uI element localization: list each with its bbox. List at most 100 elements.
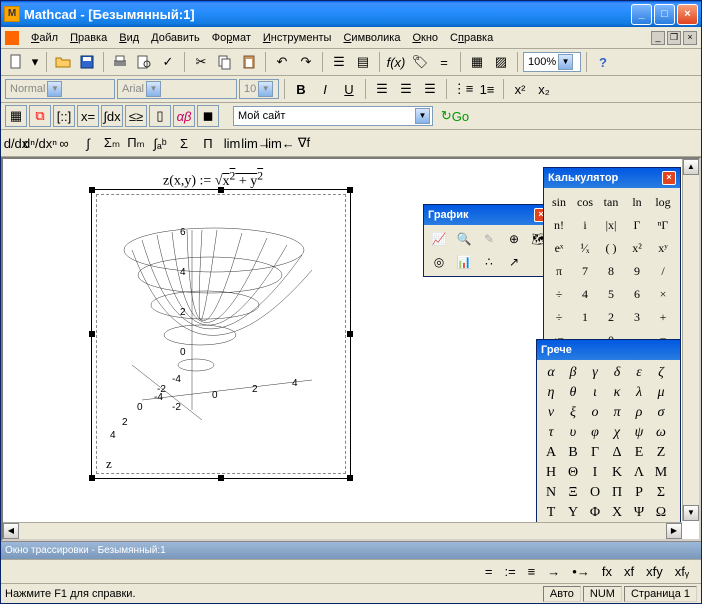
open-button[interactable] <box>52 51 74 73</box>
underline-button[interactable]: U <box>338 78 360 100</box>
greek-Κ[interactable]: Κ <box>606 463 628 483</box>
mdi-minimize[interactable]: _ <box>651 31 665 45</box>
calc-key-×[interactable]: × <box>651 283 675 305</box>
greek-ο[interactable]: ο <box>584 403 606 423</box>
scatter-plot-button[interactable]: ∴ <box>477 251 501 273</box>
greek-Δ[interactable]: Δ <box>606 443 628 463</box>
calc-key-Γ[interactable]: Γ <box>625 214 649 236</box>
greek-μ[interactable]: μ <box>650 383 672 403</box>
infinity-button[interactable]: ∞ <box>53 132 75 154</box>
address-combo[interactable]: Мой сайт▼ <box>233 106 433 126</box>
component-button[interactable]: ▦ <box>466 51 488 73</box>
trace-window-title[interactable]: Окно трассировки - Безымянный:1 <box>1 541 701 559</box>
prod-m-button[interactable]: Πₘ <box>125 132 147 154</box>
calc-key-9[interactable]: 9 <box>625 260 649 282</box>
limit-left-button[interactable]: lim← <box>269 132 291 154</box>
zoom-combo[interactable]: 100%▼ <box>523 52 581 72</box>
new-dropdown[interactable]: ▾ <box>29 51 41 73</box>
calc-key-π[interactable]: π <box>547 260 571 282</box>
calc-key-2[interactable]: 2 <box>599 306 623 328</box>
calc-key-xʸ[interactable]: xʸ <box>651 237 675 259</box>
polar-plot-button[interactable]: ⊕ <box>502 228 526 250</box>
font-combo[interactable]: Arial▼ <box>117 79 237 99</box>
menu-insert[interactable]: Добавить <box>145 30 206 46</box>
boolean-palette-button[interactable]: ≤≥ <box>125 105 147 127</box>
sum-button[interactable]: Σ <box>173 132 195 154</box>
print-button[interactable] <box>109 51 131 73</box>
calc-button[interactable]: = <box>433 51 455 73</box>
bar-plot-button[interactable]: 📊 <box>452 251 476 273</box>
new-button[interactable] <box>5 51 27 73</box>
eval-palette-button[interactable]: x= <box>77 105 99 127</box>
copy-button[interactable] <box>214 51 236 73</box>
style-combo[interactable]: Normal▼ <box>5 79 115 99</box>
limit-right-button[interactable]: lim→ <box>245 132 267 154</box>
calc-key-÷[interactable]: ÷ <box>547 306 571 328</box>
greek-Ρ[interactable]: Ρ <box>628 483 650 503</box>
spellcheck-button[interactable]: ✓ <box>157 51 179 73</box>
greek-Μ[interactable]: Μ <box>650 463 672 483</box>
menu-help[interactable]: Справка <box>444 30 499 46</box>
greek-σ[interactable]: σ <box>650 403 672 423</box>
greek-Ξ[interactable]: Ξ <box>562 483 584 503</box>
xy-plot-button[interactable]: 📈 <box>427 228 451 250</box>
plot-var-label[interactable]: z <box>106 456 112 472</box>
fx-button[interactable]: f(x) <box>385 51 407 73</box>
greek-Χ[interactable]: Χ <box>606 503 628 523</box>
menu-symbolics[interactable]: Символика <box>337 30 406 46</box>
calc-key-|x|[interactable]: |x| <box>599 214 623 236</box>
align2-button[interactable]: ▤ <box>352 51 374 73</box>
matrix-palette-button[interactable]: [::] <box>53 105 75 127</box>
greek-ω[interactable]: ω <box>650 423 672 443</box>
maximize-button[interactable]: □ <box>654 4 675 25</box>
save-button[interactable] <box>76 51 98 73</box>
greek-φ[interactable]: φ <box>584 423 606 443</box>
greek-Ι[interactable]: Ι <box>584 463 606 483</box>
greek-palette[interactable]: Грече αβγδεζηθικλμνξοπρστυφχψωΑΒΓΔΕΖΗΘΙΚ… <box>536 339 681 527</box>
eval-op[interactable]: = <box>485 564 493 579</box>
greek-Τ[interactable]: Τ <box>540 503 562 523</box>
greek-ζ[interactable]: ζ <box>650 363 672 383</box>
preview-button[interactable] <box>133 51 155 73</box>
align-center-button[interactable]: ☰ <box>395 78 417 100</box>
greek-θ[interactable]: θ <box>562 383 584 403</box>
calc-palette-close[interactable]: × <box>662 171 676 185</box>
calculator-palette-button[interactable]: ▦ <box>5 105 27 127</box>
minimize-button[interactable]: _ <box>631 4 652 25</box>
greek-Π[interactable]: Π <box>606 483 628 503</box>
calc-key-/[interactable]: / <box>651 260 675 282</box>
eval-op[interactable]: •→ <box>572 564 590 579</box>
integral-button[interactable]: ∫ <box>77 132 99 154</box>
eval-op[interactable]: xfy <box>646 564 663 579</box>
greek-β[interactable]: β <box>562 363 584 383</box>
greek-η[interactable]: η <box>540 383 562 403</box>
calc-key-eˣ[interactable]: eˣ <box>547 237 571 259</box>
numbering-button[interactable]: 1≡ <box>476 78 498 100</box>
calc-key-x²[interactable]: x² <box>625 237 649 259</box>
greek-ε[interactable]: ε <box>628 363 650 383</box>
greek-π[interactable]: π <box>606 403 628 423</box>
greek-palette-title[interactable]: Грече <box>537 340 680 360</box>
prod-button[interactable]: Π <box>197 132 219 154</box>
greek-υ[interactable]: υ <box>562 423 584 443</box>
vector-plot-button[interactable]: ↗ <box>502 251 526 273</box>
graph-palette-button[interactable]: ⧉ <box>29 105 51 127</box>
calc-key-log[interactable]: log <box>651 191 675 213</box>
menu-tools[interactable]: Инструменты <box>257 30 338 46</box>
horizontal-scrollbar[interactable]: ◀ ▶ <box>3 522 682 539</box>
superscript-button[interactable]: x² <box>509 78 531 100</box>
greek-α[interactable]: α <box>540 363 562 383</box>
mdi-close[interactable]: × <box>683 31 697 45</box>
calc-palette-title[interactable]: Калькулятор× <box>544 168 680 188</box>
greek-δ[interactable]: δ <box>606 363 628 383</box>
calc-key-÷[interactable]: ÷ <box>547 283 571 305</box>
greek-γ[interactable]: γ <box>584 363 606 383</box>
calc-key-5[interactable]: 5 <box>599 283 623 305</box>
align-right-button[interactable]: ☰ <box>419 78 441 100</box>
greek-Σ[interactable]: Σ <box>650 483 672 503</box>
greek-palette-button[interactable]: αβ <box>173 105 195 127</box>
eval-op[interactable]: xfᵧ <box>675 564 689 579</box>
calc-key-3[interactable]: 3 <box>625 306 649 328</box>
greek-Β[interactable]: Β <box>562 443 584 463</box>
greek-κ[interactable]: κ <box>606 383 628 403</box>
